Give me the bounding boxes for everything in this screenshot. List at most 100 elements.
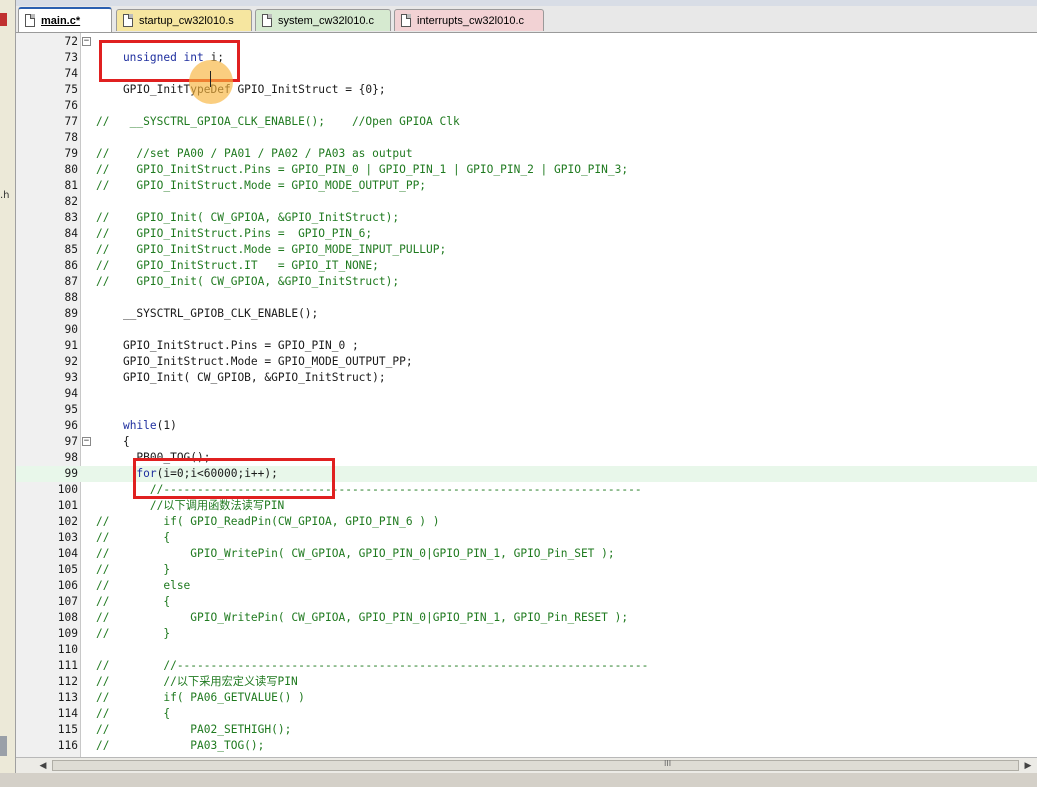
scroll-right-icon[interactable]: ▶: [1021, 759, 1035, 773]
code-line[interactable]: 83 // GPIO_Init( CW_GPIOA, &GPIO_InitStru…: [16, 210, 1037, 226]
code-editor[interactable]: 72−73 unsigned int i; 74 75 GPIO_InitTypeD…: [16, 33, 1037, 757]
line-number: 100: [57, 483, 78, 496]
line-number: 85: [64, 243, 78, 256]
line-number: 88: [64, 291, 78, 304]
code-line[interactable]: 103 // {: [16, 530, 1037, 546]
code-line[interactable]: 97− {: [16, 434, 1037, 450]
code-line[interactable]: 106 // else: [16, 578, 1037, 594]
code-token: i;: [210, 51, 224, 64]
line-number: 101: [57, 499, 78, 512]
code-line[interactable]: 81 // GPIO_InitStruct.Mode = GPIO_MODE_OU…: [16, 178, 1037, 194]
code-text: // }: [96, 626, 170, 642]
code-line[interactable]: 93 GPIO_Init( CW_GPIOB, &GPIO_InitStruct…: [16, 370, 1037, 386]
code-line[interactable]: 88: [16, 290, 1037, 306]
code-line[interactable]: 72−: [16, 34, 1037, 50]
code-line-current[interactable]: 99 for(i=0;i<60000;i++);: [16, 466, 1037, 482]
fold-toggle-icon[interactable]: −: [82, 437, 91, 446]
code-line[interactable]: 79 // //set PA00 / PA01 / PA02 / PA03 as …: [16, 146, 1037, 162]
code-line[interactable]: 101 //以下调用函数法读写PIN: [16, 498, 1037, 514]
tab-system-cw32l010-c[interactable]: system_cw32l010.c: [255, 9, 391, 31]
horizontal-scrollbar[interactable]: ◀ III ▶: [16, 757, 1037, 774]
code-line[interactable]: 90: [16, 322, 1037, 338]
comment-token: // GPIO_WritePin( CW_GPIOA, GPIO_PIN_0|G…: [96, 611, 629, 624]
line-number: 108: [57, 611, 78, 624]
code-line[interactable]: 104 // GPIO_WritePin( CW_GPIOA, GPIO_PIN_…: [16, 546, 1037, 562]
code-line[interactable]: 86 // GPIO_InitStruct.IT = GPIO_IT_NONE;: [16, 258, 1037, 274]
code-line[interactable]: 89 __SYSCTRL_GPIOB_CLK_ENABLE();: [16, 306, 1037, 322]
code-line[interactable]: 96 while(1): [16, 418, 1037, 434]
code-line[interactable]: 107 // {: [16, 594, 1037, 610]
line-number: 111: [57, 659, 78, 672]
code-line[interactable]: 92 GPIO_InitStruct.Mode = GPIO_MODE_OUTP…: [16, 354, 1037, 370]
code-line[interactable]: 116 // PA03_TOG();: [16, 738, 1037, 754]
comment-token: // PA02_SETHIGH();: [96, 723, 292, 736]
scrollbar-thumb[interactable]: [52, 760, 1019, 771]
line-number: 92: [64, 355, 78, 368]
line-number: 84: [64, 227, 78, 240]
code-line[interactable]: 108 // GPIO_WritePin( CW_GPIOA, GPIO_PIN_…: [16, 610, 1037, 626]
code-text: // //-----------------------------------…: [96, 658, 648, 674]
code-text: // //以下采用宏定义读写PIN: [96, 674, 298, 690]
code-text: GPIO_InitTypeDef GPIO_InitStruct = {0};: [96, 82, 386, 98]
comment-token: // {: [96, 531, 171, 544]
line-number: 79: [64, 147, 78, 160]
code-line[interactable]: 75 GPIO_InitTypeDef GPIO_InitStruct = {0…: [16, 82, 1037, 98]
line-number: 115: [57, 723, 78, 736]
code-line[interactable]: 84 // GPIO_InitStruct.Pins = GPIO_PIN_6;: [16, 226, 1037, 242]
code-line[interactable]: 85 // GPIO_InitStruct.Mode = GPIO_MODE_IN…: [16, 242, 1037, 258]
tab-startup-cw32l010-s[interactable]: startup_cw32l010.s: [116, 9, 252, 31]
tab-main-c[interactable]: main.c*: [18, 7, 112, 32]
code-text: // GPIO_WritePin( CW_GPIOA, GPIO_PIN_0|G…: [96, 610, 628, 626]
code-text: // PA02_SETHIGH();: [96, 722, 291, 738]
code-text: unsigned int i;: [96, 50, 224, 66]
scroll-left-icon[interactable]: ◀: [36, 759, 50, 773]
line-number: 80: [64, 163, 78, 176]
code-line[interactable]: 114 // {: [16, 706, 1037, 722]
code-token: GPIO_Init( CW_GPIOB, &GPIO_InitStruct);: [96, 371, 386, 384]
code-line[interactable]: 100 //----------------------------------…: [16, 482, 1037, 498]
code-line[interactable]: 110: [16, 642, 1037, 658]
line-number: 96: [64, 419, 78, 432]
scroll-grip: III: [664, 759, 672, 768]
project-pane-edge: .h: [0, 0, 16, 787]
line-number: 112: [57, 675, 78, 688]
code-line[interactable]: 105 // }: [16, 562, 1037, 578]
code-line[interactable]: 109 // }: [16, 626, 1037, 642]
code-line[interactable]: 112 // //以下采用宏定义读写PIN: [16, 674, 1037, 690]
line-number: 78: [64, 131, 78, 144]
line-number: 93: [64, 371, 78, 384]
code-text: __SYSCTRL_GPIOB_CLK_ENABLE();: [96, 306, 318, 322]
code-line[interactable]: 87 // GPIO_Init( CW_GPIOA, &GPIO_InitStru…: [16, 274, 1037, 290]
code-line[interactable]: 98 PB00_TOG();: [16, 450, 1037, 466]
code-line[interactable]: 91 GPIO_InitStruct.Pins = GPIO_PIN_0 ;: [16, 338, 1037, 354]
line-number: 72: [64, 35, 78, 48]
fold-toggle-icon[interactable]: −: [82, 37, 91, 46]
tab-interrupts-cw32l010-c[interactable]: interrupts_cw32l010.c: [394, 9, 544, 31]
code-line[interactable]: 111 // //--------------------------------…: [16, 658, 1037, 674]
code-token: GPIO_InitTypeDef GPIO_InitStruct = {0};: [96, 83, 386, 96]
keyword-token: for: [136, 467, 157, 480]
comment-token: // __SYSCTRL_GPIOA_CLK_ENABLE(); //Open …: [96, 115, 460, 128]
code-line[interactable]: 102 // if( GPIO_ReadPin(CW_GPIOA, GPIO_PI…: [16, 514, 1037, 530]
code-line[interactable]: 78: [16, 130, 1037, 146]
code-line[interactable]: 74: [16, 66, 1037, 82]
code-text: // else: [96, 578, 190, 594]
tab-label: system_cw32l010.c: [278, 14, 374, 27]
code-line[interactable]: 82: [16, 194, 1037, 210]
comment-token: // if( GPIO_ReadPin(CW_GPIOA, GPIO_PIN_6…: [96, 515, 440, 528]
code-line[interactable]: 115 // PA02_SETHIGH();: [16, 722, 1037, 738]
line-number: 76: [64, 99, 78, 112]
code-line[interactable]: 80 // GPIO_InitStruct.Pins = GPIO_PIN_0 |…: [16, 162, 1037, 178]
code-text: //以下调用函数法读写PIN: [96, 498, 284, 514]
code-line[interactable]: 73 unsigned int i;: [16, 50, 1037, 66]
line-number: 105: [57, 563, 78, 576]
code-line[interactable]: 77 // __SYSCTRL_GPIOA_CLK_ENABLE(); //Ope…: [16, 114, 1037, 130]
code-line[interactable]: 113 // if( PA06_GETVALUE() ): [16, 690, 1037, 706]
file-icon: [262, 14, 272, 27]
comment-token: // PA03_TOG();: [96, 739, 265, 752]
code-line[interactable]: 94: [16, 386, 1037, 402]
code-line[interactable]: 95: [16, 402, 1037, 418]
toolbar-remnant: [16, 0, 1037, 6]
code-line[interactable]: 76: [16, 98, 1037, 114]
